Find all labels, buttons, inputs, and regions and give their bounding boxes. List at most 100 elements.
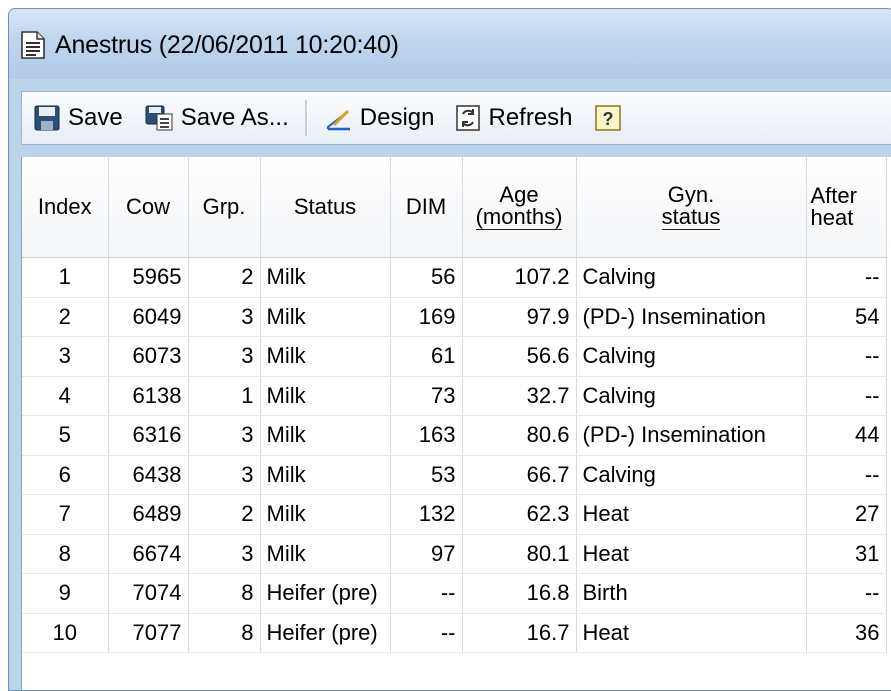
cell-age: 16.7 bbox=[462, 613, 577, 653]
cell-grp: 2 bbox=[188, 494, 261, 535]
table-header-row: Index Cow Grp. Status DIM Age (months) G… bbox=[22, 157, 887, 258]
cell-cow: 7077 bbox=[108, 613, 189, 653]
cell-grp: 3 bbox=[188, 297, 261, 337]
cell-gyn-status: Birth bbox=[576, 573, 807, 614]
save-label: Save bbox=[68, 104, 123, 131]
cell-index: 1 bbox=[22, 257, 109, 298]
cell-dim: 169 bbox=[390, 297, 463, 337]
window-title: Anestrus (22/06/2011 10:20:40) bbox=[55, 30, 399, 59]
cell-after-heat: 31 bbox=[806, 534, 887, 574]
cell-cow: 6073 bbox=[108, 336, 189, 377]
table-row[interactable]: 9 7074 8 Heifer (pre) -- 16.8 Birth -- bbox=[22, 573, 887, 614]
cell-age: 62.3 bbox=[462, 494, 577, 535]
cell-dim: 73 bbox=[390, 376, 463, 416]
cell-dim: 56 bbox=[390, 257, 463, 298]
cell-age: 16.8 bbox=[462, 573, 577, 614]
table-row[interactable]: 3 6073 3 Milk 61 56.6 Calving -- bbox=[22, 336, 887, 377]
cell-status: Milk bbox=[260, 336, 391, 377]
toolbar-separator bbox=[304, 100, 308, 136]
table-row[interactable]: 2 6049 3 Milk 169 97.9 (PD-) Insemination 54 bbox=[22, 297, 887, 337]
cell-cow: 6674 bbox=[108, 534, 189, 574]
cell-index: 6 bbox=[22, 455, 109, 495]
report-window: Anestrus (22/06/2011 10:20:40) Save Save… bbox=[8, 8, 891, 691]
cell-after-heat: 36 bbox=[806, 613, 887, 653]
table-row[interactable]: 5 6316 3 Milk 163 80.6 (PD-) Insemination 44 bbox=[22, 415, 887, 456]
cell-gyn-status: (PD-) Insemination bbox=[576, 415, 807, 456]
save-icon bbox=[34, 105, 60, 131]
cell-index: 5 bbox=[22, 415, 109, 456]
save-button[interactable]: Save bbox=[34, 104, 123, 132]
cell-age: 107.2 bbox=[462, 257, 577, 298]
cell-status: Milk bbox=[260, 415, 391, 456]
table-row[interactable]: 4 6138 1 Milk 73 32.7 Calving -- bbox=[22, 376, 887, 416]
col-header-cow[interactable]: Cow bbox=[108, 157, 189, 258]
cell-after-heat: -- bbox=[806, 376, 887, 416]
cell-age: 80.1 bbox=[462, 534, 577, 574]
col-header-grp[interactable]: Grp. bbox=[188, 157, 261, 258]
table-row[interactable]: 1 5965 2 Milk 56 107.2 Calving -- bbox=[22, 257, 887, 298]
cell-grp: 3 bbox=[188, 336, 261, 377]
table-row[interactable]: 7 6489 2 Milk 132 62.3 Heat 27 bbox=[22, 494, 887, 535]
col-header-dim[interactable]: DIM bbox=[390, 157, 463, 258]
cell-dim: 53 bbox=[390, 455, 463, 495]
save-as-button[interactable]: Save As... bbox=[145, 104, 289, 132]
cell-dim: 132 bbox=[390, 494, 463, 535]
cell-gyn-status: Heat bbox=[576, 613, 807, 653]
toolbar: Save Save As... Design Refresh ? bbox=[21, 91, 891, 145]
cell-cow: 6489 bbox=[108, 494, 189, 535]
cell-gyn-status: Heat bbox=[576, 534, 807, 574]
save-as-label: Save As... bbox=[180, 104, 289, 131]
cell-after-heat: -- bbox=[806, 336, 887, 377]
cell-after-heat: 44 bbox=[806, 415, 887, 456]
design-label: Design bbox=[359, 104, 435, 131]
refresh-label: Refresh bbox=[488, 104, 573, 131]
title-bar: Anestrus (22/06/2011 10:20:40) bbox=[19, 27, 891, 63]
cell-cow: 6438 bbox=[108, 455, 189, 495]
cell-status: Milk bbox=[260, 297, 391, 337]
col-header-index[interactable]: Index bbox=[22, 157, 109, 258]
design-icon bbox=[326, 109, 350, 131]
save-as-icon bbox=[145, 105, 173, 131]
col-header-after-heat[interactable]: After heat bbox=[806, 157, 887, 258]
cell-gyn-status: (PD-) Insemination bbox=[576, 297, 807, 337]
cell-grp: 3 bbox=[188, 534, 261, 574]
cell-status: Milk bbox=[260, 257, 391, 298]
cell-gyn-status: Calving bbox=[576, 455, 807, 495]
cell-grp: 3 bbox=[188, 415, 261, 456]
cell-dim: 97 bbox=[390, 534, 463, 574]
table-row[interactable]: 10 7077 8 Heifer (pre) -- 16.7 Heat 36 bbox=[22, 613, 887, 653]
cell-dim: 61 bbox=[390, 336, 463, 377]
cell-cow: 6049 bbox=[108, 297, 189, 337]
cell-index: 8 bbox=[22, 534, 109, 574]
cell-cow: 7074 bbox=[108, 573, 189, 614]
cell-after-heat: -- bbox=[806, 257, 887, 298]
cell-grp: 8 bbox=[188, 613, 261, 653]
col-header-gyn-status[interactable]: Gyn. status bbox=[576, 157, 807, 258]
cell-age: 66.7 bbox=[462, 455, 577, 495]
help-button[interactable]: ? bbox=[594, 105, 629, 131]
refresh-button[interactable]: Refresh bbox=[456, 104, 573, 132]
cell-age: 80.6 bbox=[462, 415, 577, 456]
help-icon: ? bbox=[594, 105, 621, 131]
svg-text:?: ? bbox=[602, 109, 613, 129]
cell-status: Heifer (pre) bbox=[260, 573, 391, 614]
cell-grp: 2 bbox=[188, 257, 261, 298]
col-header-status[interactable]: Status bbox=[260, 157, 391, 258]
cell-after-heat: -- bbox=[806, 573, 887, 614]
cell-status: Milk bbox=[260, 455, 391, 495]
cell-status: Milk bbox=[260, 494, 391, 535]
cell-dim: -- bbox=[390, 573, 463, 614]
table-row[interactable]: 8 6674 3 Milk 97 80.1 Heat 31 bbox=[22, 534, 887, 574]
cell-index: 3 bbox=[22, 336, 109, 377]
design-button[interactable]: Design bbox=[326, 104, 435, 132]
cell-index: 10 bbox=[22, 613, 109, 653]
cell-status: Heifer (pre) bbox=[260, 613, 391, 653]
cell-grp: 8 bbox=[188, 573, 261, 614]
cell-cow: 5965 bbox=[108, 257, 189, 298]
cell-gyn-status: Heat bbox=[576, 494, 807, 535]
cell-age: 32.7 bbox=[462, 376, 577, 416]
cell-gyn-status: Calving bbox=[576, 336, 807, 377]
col-header-age[interactable]: Age (months) bbox=[462, 157, 577, 258]
cell-index: 7 bbox=[22, 494, 109, 535]
table-row[interactable]: 6 6438 3 Milk 53 66.7 Calving -- bbox=[22, 455, 887, 495]
